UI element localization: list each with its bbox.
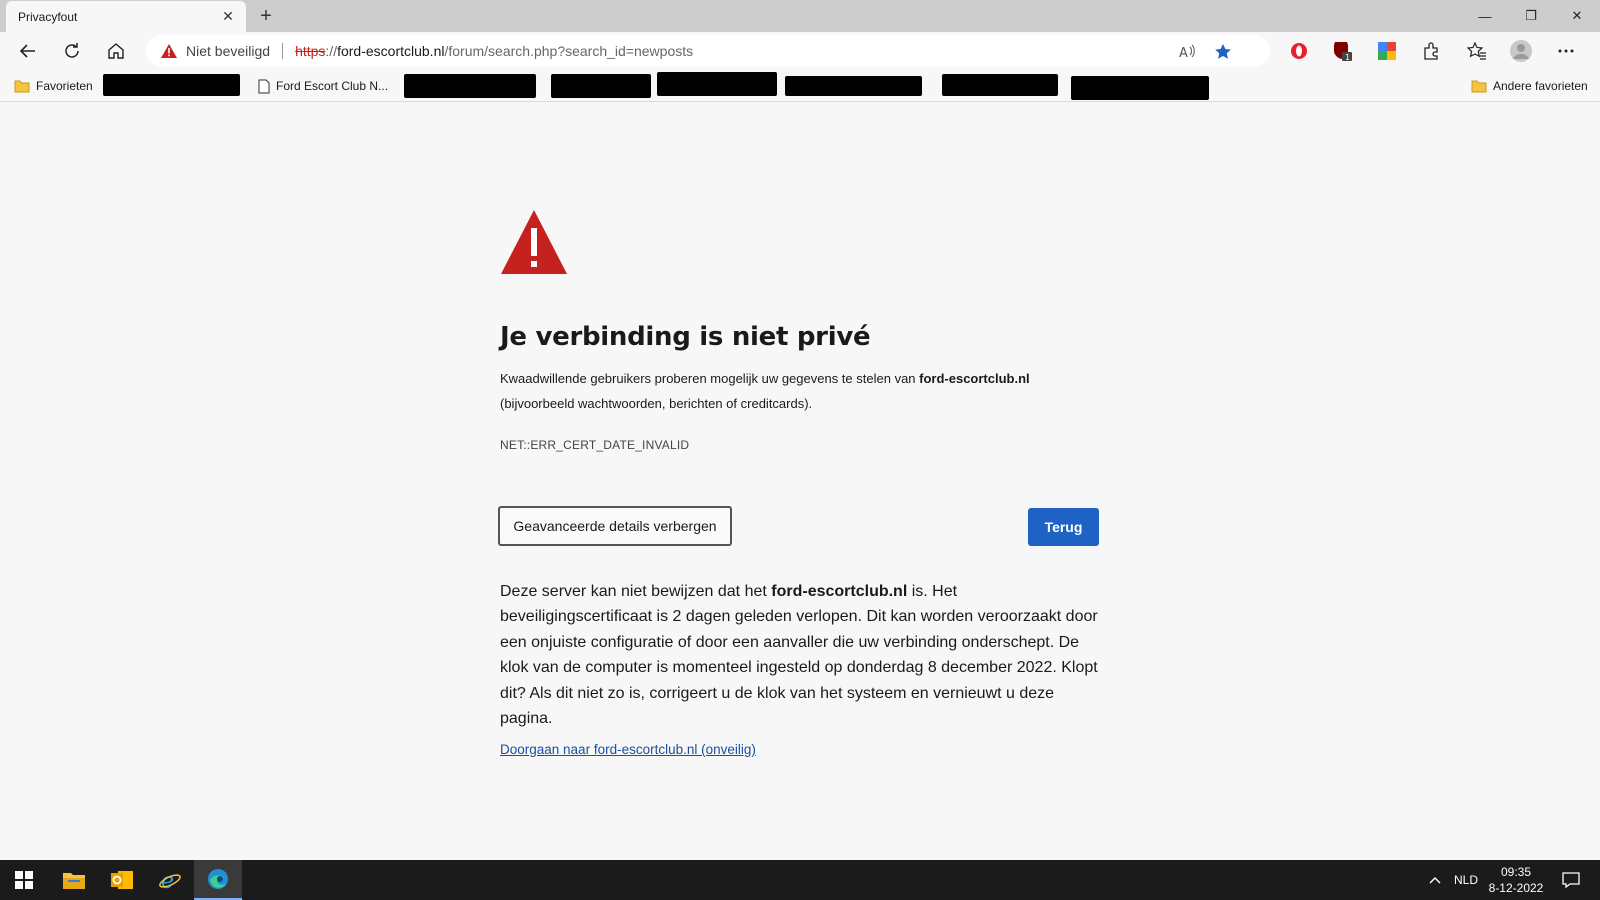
message-text: Kwaadwillende gebruikers proberen mogeli…	[500, 371, 920, 386]
warning-icon	[161, 44, 177, 58]
favorite-star-icon[interactable]	[1212, 41, 1234, 63]
url-text[interactable]: https://ford-escortclub.nl/forum/search.…	[295, 43, 693, 59]
redacted-bookmark[interactable]	[103, 74, 240, 96]
favorites-icon[interactable]	[1461, 35, 1493, 67]
detail-text-end: is. Het beveiligingscertificaat is 2 dag…	[500, 583, 1098, 728]
close-window-button[interactable]: ✕	[1554, 0, 1600, 32]
warning-message: Kwaadwillende gebruikers proberen mogeli…	[500, 366, 1100, 416]
bookmark-folder-favorites[interactable]: Favorieten	[14, 76, 93, 96]
taskbar-clock[interactable]: 09:35 8-12-2022	[1476, 864, 1556, 896]
language-indicator[interactable]: NLD	[1454, 860, 1478, 900]
redacted-bookmark[interactable]	[404, 74, 536, 98]
tab-title: Privacyfout	[18, 9, 78, 24]
svg-text:A: A	[1179, 46, 1188, 60]
svg-text:1: 1	[1345, 53, 1350, 62]
minimize-button[interactable]: —	[1462, 0, 1508, 32]
security-indicator[interactable]: Niet beveiligd	[160, 43, 270, 59]
profile-avatar[interactable]	[1505, 35, 1537, 67]
message-text-end: (bijvoorbeeld wachtwoorden, berichten of…	[500, 396, 813, 411]
warning-triangle-icon	[501, 210, 567, 274]
bookmark-label: Ford Escort Club N...	[276, 79, 389, 93]
ublock-extension-icon[interactable]: 1	[1327, 35, 1359, 67]
bookmark-folder-other-favorites[interactable]: Andere favorieten	[1471, 76, 1588, 96]
url-path: /forum/search.php?search_id=newposts	[444, 43, 694, 59]
tab-close-icon[interactable]: ✕	[220, 8, 236, 25]
bookmark-ford-escort-club[interactable]: Ford Escort Club N...	[258, 76, 388, 96]
outlook-icon[interactable]	[98, 860, 146, 900]
notification-icon[interactable]	[1556, 860, 1586, 900]
clock-time: 09:35	[1500, 865, 1532, 879]
windows-start-icon[interactable]	[0, 860, 48, 900]
file-explorer-icon[interactable]	[50, 860, 98, 900]
extensions-icon[interactable]	[1415, 35, 1447, 67]
detail-text-start: Deze server kan niet bewijzen dat het	[500, 583, 772, 600]
restore-button[interactable]: ❐	[1508, 0, 1554, 32]
detail-text: Deze server kan niet bewijzen dat het fo…	[500, 579, 1100, 731]
page-icon	[258, 79, 270, 93]
page-content: Je verbinding is niet privé Kwaadwillend…	[0, 102, 1600, 860]
redacted-bookmark[interactable]	[551, 74, 651, 98]
internet-explorer-icon[interactable]: e	[146, 860, 194, 900]
url-host: ford-escortclub.nl	[337, 43, 445, 59]
clock-date: 8-12-2022	[1488, 881, 1544, 895]
url-scheme: https	[295, 43, 326, 59]
url-scheme-sep: ://	[325, 43, 338, 59]
tab-strip: Privacyfout ✕ + — ❐ ✕	[0, 0, 1600, 32]
read-aloud-icon[interactable]: A	[1176, 41, 1198, 63]
home-icon[interactable]	[100, 35, 132, 67]
error-code: NET::ERR_CERT_DATE_INVALID	[500, 438, 690, 452]
proceed-unsafe-link[interactable]: Doorgaan naar ford-escortclub.nl (onveil…	[500, 742, 756, 757]
folder-icon	[1471, 80, 1487, 93]
redacted-bookmark[interactable]	[785, 76, 922, 96]
edge-icon[interactable]	[194, 860, 242, 900]
redacted-bookmark[interactable]	[942, 74, 1058, 96]
new-tab-button[interactable]: +	[254, 4, 278, 28]
bookmarks-bar: Favorieten Ford Escort Club N... Andere …	[0, 70, 1600, 102]
detail-host: ford-escortclub.nl	[771, 583, 908, 600]
bookmark-label: Andere favorieten	[1493, 79, 1588, 93]
security-label: Niet beveiligd	[186, 43, 271, 59]
omnibox-separator	[282, 43, 284, 59]
opera-extension-icon[interactable]	[1283, 35, 1315, 67]
tab-privacyfout[interactable]: Privacyfout ✕	[6, 1, 246, 32]
more-menu-icon[interactable]	[1550, 35, 1582, 67]
folder-icon	[14, 80, 30, 93]
address-bar[interactable]: Niet beveiligd https://ford-escortclub.n…	[146, 35, 1270, 67]
back-icon[interactable]	[12, 35, 44, 67]
tray-chevron-icon[interactable]	[1424, 860, 1446, 900]
translate-extension-icon[interactable]	[1371, 35, 1403, 67]
advanced-details-button[interactable]: Geavanceerde details verbergen	[498, 506, 732, 546]
redacted-bookmark[interactable]	[1071, 76, 1209, 100]
page-title: Je verbinding is niet privé	[500, 322, 871, 352]
taskbar: e NLD 09:35 8-12-2022	[0, 860, 1600, 900]
refresh-icon[interactable]	[56, 35, 88, 67]
bookmark-label: Favorieten	[36, 79, 93, 93]
message-host: ford-escortclub.nl	[919, 371, 1030, 386]
back-button[interactable]: Terug	[1028, 508, 1099, 546]
toolbar: Niet beveiligd https://ford-escortclub.n…	[0, 32, 1600, 70]
redacted-bookmark[interactable]	[657, 72, 777, 96]
